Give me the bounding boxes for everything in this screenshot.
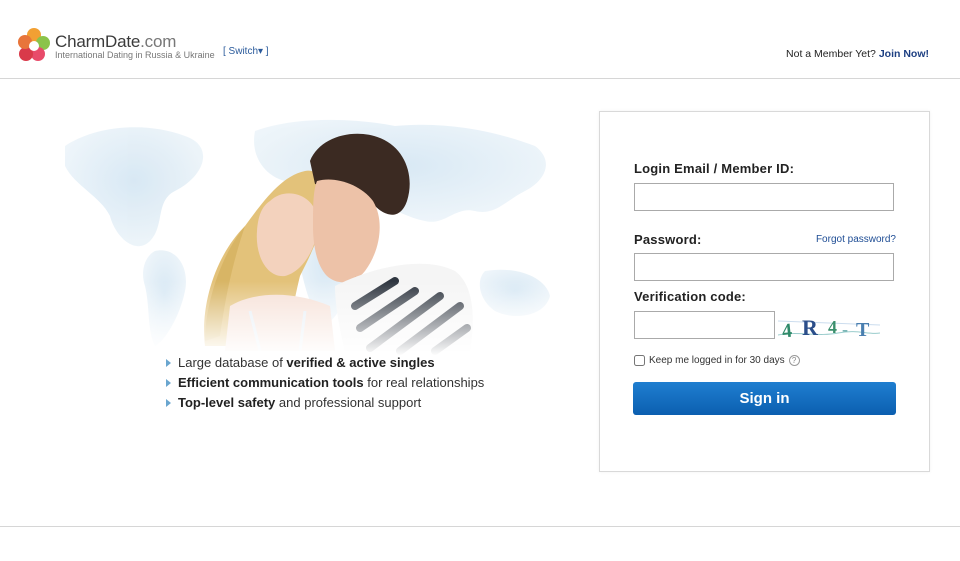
forgot-password-link[interactable]: Forgot password?: [816, 234, 896, 245]
footer-divider: [0, 526, 960, 527]
brand-tagline: International Dating in Russia & Ukraine: [55, 50, 215, 60]
feature-highlight: Efficient communication tools: [178, 375, 364, 390]
verification-label: Verification code:: [634, 289, 746, 304]
svg-text:T: T: [856, 319, 870, 341]
member-prompt-text: Not a Member Yet?: [786, 48, 876, 60]
feature-text: and professional support: [275, 395, 422, 410]
svg-text:R: R: [802, 315, 819, 340]
hero-couple-image: [55, 106, 590, 356]
captcha-image[interactable]: 4 R 4 - T: [778, 311, 880, 343]
bullet-arrow-icon: [166, 359, 171, 367]
login-panel: Login Email / Member ID: Password: Forgo…: [599, 111, 930, 472]
brand-name[interactable]: CharmDate.com: [55, 32, 176, 52]
feature-item: Large database of verified & active sing…: [165, 353, 484, 373]
feature-item: Top-level safety and professional suppor…: [165, 393, 484, 413]
keep-logged-in[interactable]: Keep me logged in for 30 days ?: [634, 355, 800, 366]
join-prompt: Not a Member Yet? Join Now!: [786, 48, 929, 60]
verification-code-field[interactable]: [634, 311, 775, 339]
help-icon[interactable]: ?: [788, 355, 800, 366]
charmdate-logo-icon[interactable]: [18, 27, 50, 63]
password-label: Password:: [634, 232, 702, 247]
feature-item: Efficient communication tools for real r…: [165, 373, 484, 393]
keep-logged-in-label: Keep me logged in for 30 days: [649, 355, 785, 366]
password-field[interactable]: [634, 253, 894, 281]
bullet-arrow-icon: [166, 379, 171, 387]
email-label: Login Email / Member ID:: [634, 161, 795, 176]
site-header: CharmDate.com International Dating in Ru…: [0, 0, 960, 79]
keep-logged-in-checkbox[interactable]: [634, 355, 645, 366]
feature-highlight: verified & active singles: [286, 355, 435, 370]
switch-site-link[interactable]: [ Switch▾ ]: [223, 46, 269, 57]
sign-in-button[interactable]: Sign in: [633, 382, 896, 415]
join-now-link[interactable]: Join Now!: [879, 48, 929, 60]
svg-text:4: 4: [828, 317, 837, 337]
email-field[interactable]: [634, 183, 894, 211]
bullet-arrow-icon: [166, 399, 171, 407]
svg-text:-: -: [842, 319, 848, 339]
feature-text: for real relationships: [363, 375, 485, 390]
feature-text: Large database of: [178, 355, 287, 370]
feature-highlight: Top-level safety: [178, 395, 276, 410]
feature-list: Large database of verified & active sing…: [165, 353, 484, 413]
